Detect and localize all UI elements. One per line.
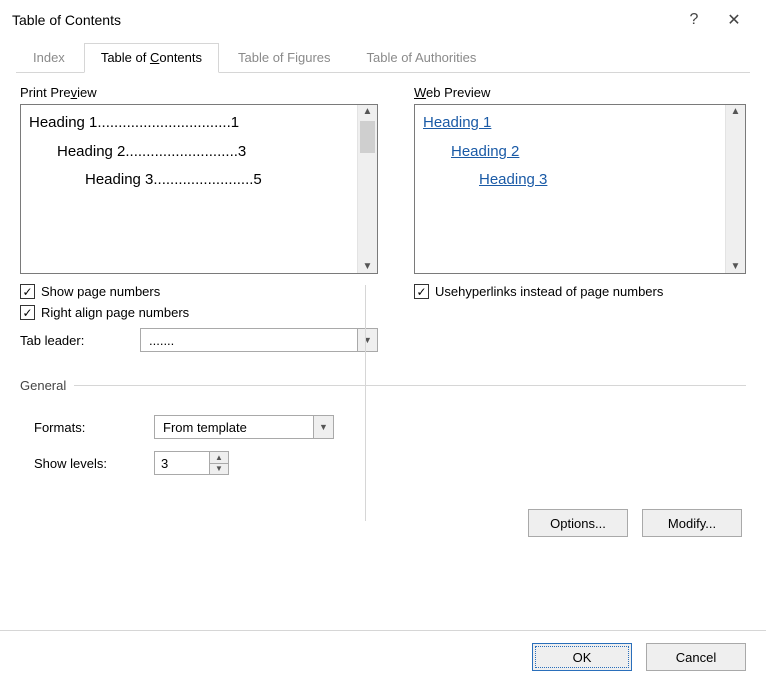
formats-row: Formats: From template ▼ [34,415,746,439]
tab-index[interactable]: Index [16,43,82,73]
show-levels-spinner[interactable]: 3 ▲ ▼ [154,451,229,475]
close-button[interactable]: ✕ [714,10,754,30]
checkbox-icon: ✓ [20,284,35,299]
scroll-down-icon[interactable]: ▼ [358,260,377,273]
show-page-numbers-checkbox[interactable]: ✓ Show page numbers [20,284,378,299]
print-preview-label: Print Preview [20,85,378,100]
print-row: Heading 3........................5 [29,166,349,195]
use-hyperlinks-checkbox[interactable]: ✓ Use hyperlinks instead of page numbers [414,284,746,299]
tab-leader-label: Tab leader: [20,333,140,348]
options-button[interactable]: Options... [528,509,628,537]
chevron-down-icon: ▼ [357,329,377,351]
tab-leader-row: Tab leader: ....... ▼ [20,328,378,352]
dialog-title: Table of Contents [12,12,674,28]
web-row: Heading 1 [423,109,717,138]
print-preview-scrollbar[interactable]: ▲ ▼ [357,105,377,273]
web-preview-content: Heading 1 Heading 2 Heading 3 [415,105,725,273]
web-checks: ✓ Use hyperlinks instead of page numbers [414,284,746,299]
spinner-up-icon[interactable]: ▲ [210,452,228,464]
right-align-page-numbers-checkbox[interactable]: ✓ Right align page numbers [20,305,378,320]
scroll-thumb[interactable] [360,121,375,153]
general-body: Formats: From template ▼ Show levels: 3 [20,393,746,475]
previews: Print Preview Heading 1.................… [20,85,746,352]
footer: OK Cancel [0,630,766,685]
tab-table-of-authorities[interactable]: Table of Authorities [350,43,494,73]
tab-table-of-figures[interactable]: Table of Figures [221,43,348,73]
formats-value: From template [155,420,313,435]
dialog: Table of Contents ? ✕ Index Table of Con… [0,0,766,685]
show-levels-label: Show levels: [34,456,154,471]
formats-label: Formats: [34,420,154,435]
print-preview-box: Heading 1...............................… [20,104,378,274]
tab-table-of-contents[interactable]: Table of Contents [84,43,219,73]
show-levels-row: Show levels: 3 ▲ ▼ [34,451,746,475]
tabpanel: Print Preview Heading 1.................… [16,73,750,630]
web-preview-box: Heading 1 Heading 2 Heading 3 ▲ ▼ [414,104,746,274]
chevron-down-icon: ▼ [313,416,333,438]
web-preview-label: Web Preview [414,85,746,100]
tab-leader-combo[interactable]: ....... ▼ [140,328,378,352]
cancel-button[interactable]: Cancel [646,643,746,671]
web-row: Heading 3 [423,166,717,195]
help-button[interactable]: ? [674,11,714,29]
print-row: Heading 1...............................… [29,109,349,138]
scroll-down-icon[interactable]: ▼ [726,260,745,273]
print-row: Heading 2...........................3 [29,138,349,167]
print-checks: ✓ Show page numbers ✓ Right align page n… [20,284,378,320]
scroll-up-icon[interactable]: ▲ [358,105,377,118]
print-preview-column: Print Preview Heading 1.................… [20,85,378,352]
vertical-separator [365,285,366,521]
print-preview-content: Heading 1...............................… [21,105,357,273]
checkbox-icon: ✓ [20,305,35,320]
general-section: General Formats: From template ▼ [20,378,746,475]
web-link[interactable]: Heading 2 [451,143,519,160]
separator-line [74,385,746,386]
web-preview-column: Web Preview Heading 1 Heading 2 Heading … [414,85,746,352]
show-levels-value: 3 [155,452,209,474]
web-link[interactable]: Heading 1 [423,114,491,131]
checkbox-icon: ✓ [414,284,429,299]
tabstrip: Index Table of Contents Table of Figures… [16,38,750,73]
formats-combo[interactable]: From template ▼ [154,415,334,439]
web-preview-scrollbar[interactable]: ▲ ▼ [725,105,745,273]
tab-leader-value: ....... [141,333,357,348]
web-row: Heading 2 [423,138,717,167]
ok-button[interactable]: OK [532,643,632,671]
web-link[interactable]: Heading 3 [479,171,547,188]
modify-button[interactable]: Modify... [642,509,742,537]
spinner-down-icon[interactable]: ▼ [210,464,228,475]
dialog-body: Index Table of Contents Table of Figures… [0,38,766,630]
titlebar: Table of Contents ? ✕ [0,0,766,38]
scroll-up-icon[interactable]: ▲ [726,105,745,118]
options-row: Options... Modify... [20,509,746,537]
general-header: General [20,378,746,393]
